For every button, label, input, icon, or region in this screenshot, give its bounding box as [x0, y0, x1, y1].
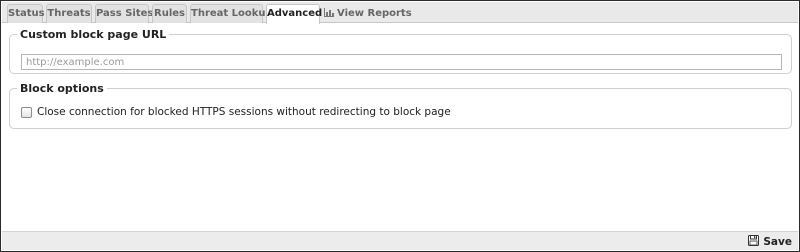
tab-label: Pass Sites [96, 8, 154, 19]
tab-status[interactable]: Status [7, 4, 45, 23]
tab-label: Rules [154, 8, 185, 19]
tab-threat-lookup[interactable]: Threat Lookup [190, 4, 273, 23]
bar-chart-icon [324, 6, 334, 23]
tab-label: Status [8, 8, 45, 19]
save-button[interactable]: Save [748, 234, 792, 249]
tab-label: Advanced [267, 8, 323, 19]
save-label: Save [763, 235, 792, 248]
tab-label: View Reports [337, 8, 412, 19]
block-page-url-input[interactable] [21, 54, 782, 70]
section-title: Block options [20, 82, 104, 95]
tab-bar: Status Threats Pass Sites Rules Threat L… [2, 2, 798, 24]
floppy-disk-icon [748, 234, 763, 249]
tab-label: Threat Lookup [191, 8, 273, 19]
close-https-option: Close connection for blocked HTTPS sessi… [21, 105, 451, 119]
block-options-section: Block options Close connection for block… [9, 82, 792, 129]
tab-label: Threats [47, 8, 91, 19]
tab-advanced[interactable]: Advanced [266, 4, 323, 24]
footer-bar: Save [2, 231, 798, 250]
close-https-checkbox[interactable] [21, 106, 32, 118]
app-window: Status Threats Pass Sites Rules Threat L… [0, 0, 800, 252]
close-https-label: Close connection for blocked HTTPS sessi… [37, 106, 451, 118]
tab-view-reports[interactable]: View Reports [323, 4, 412, 23]
tab-threats[interactable]: Threats [46, 4, 92, 23]
custom-block-page-section: Custom block page URL [9, 28, 792, 74]
section-title: Custom block page URL [20, 28, 167, 41]
tab-pass-sites[interactable]: Pass Sites [95, 4, 153, 23]
tab-rules[interactable]: Rules [152, 4, 187, 23]
